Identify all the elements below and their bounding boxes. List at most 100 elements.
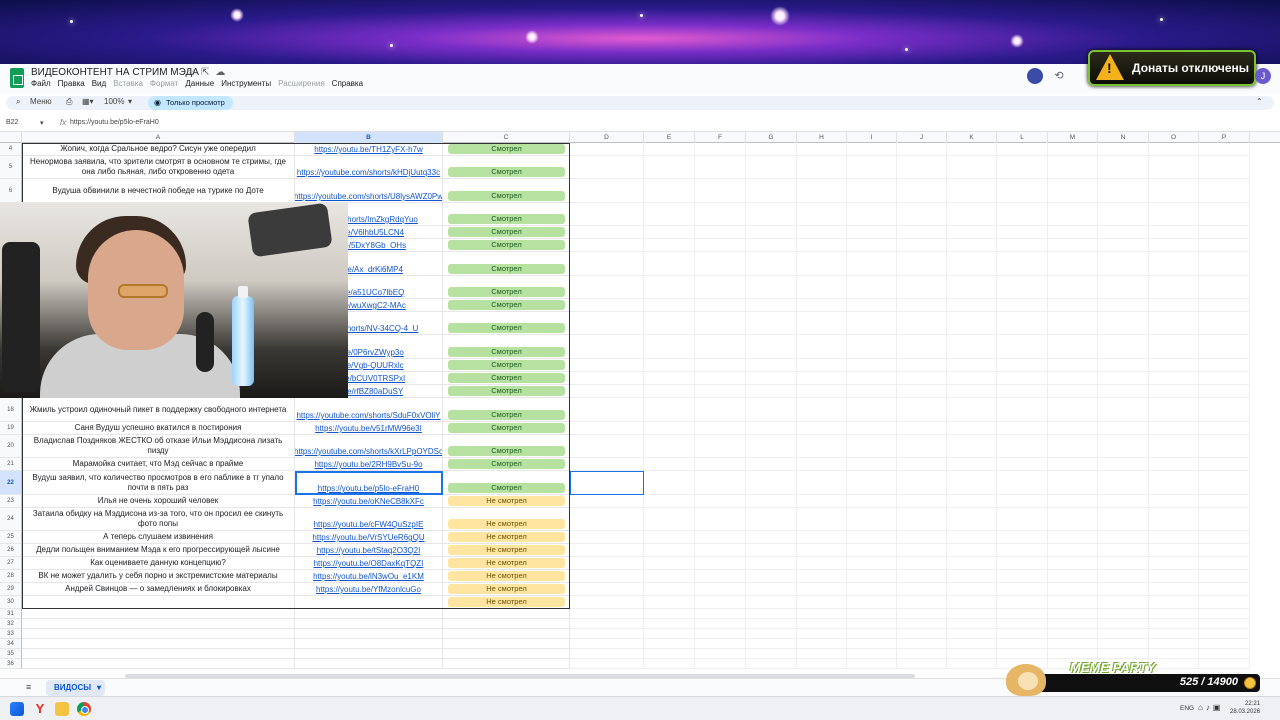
empty-cell[interactable] [695,422,746,435]
empty-cell[interactable] [797,596,847,609]
cell-title[interactable]: Илья не очень хороший человек [22,495,295,508]
empty-cell[interactable] [1098,570,1149,583]
empty-cell[interactable] [1199,156,1250,179]
language-indicator[interactable]: ENG [1180,705,1194,712]
empty-cell[interactable] [570,471,644,495]
status-badge[interactable]: Смотрел [448,264,565,274]
cell-link[interactable]: https://youtu.be/oKNeCB8kXFc [295,495,443,508]
cell-status[interactable]: Смотрел [443,372,570,385]
empty-cell[interactable] [644,531,695,544]
view-only-badge[interactable]: Только просмотр [148,96,233,110]
empty-cell[interactable] [797,203,847,226]
empty-cell[interactable] [746,312,797,335]
empty-cell[interactable] [797,458,847,471]
empty-cell[interactable] [570,239,644,252]
video-link[interactable]: https://youtu.be/lN3wOu_e1KM [313,572,424,582]
empty-cell[interactable] [1149,422,1199,435]
empty-cell[interactable] [644,458,695,471]
cell-link[interactable] [295,629,443,639]
row-header[interactable]: 30 [0,596,22,609]
cell-title[interactable] [22,649,295,659]
empty-cell[interactable] [847,544,897,557]
empty-cell[interactable] [570,422,644,435]
empty-cell[interactable] [695,570,746,583]
cell-status[interactable]: Смотрел [443,458,570,471]
empty-cell[interactable] [644,583,695,596]
cell-status[interactable]: Смотрел [443,398,570,422]
windows-start-icon[interactable] [10,702,24,716]
empty-cell[interactable] [644,471,695,495]
cell-status[interactable]: Не смотрел [443,531,570,544]
empty-cell[interactable] [1199,471,1250,495]
row-header[interactable]: 6 [0,179,22,203]
empty-cell[interactable] [1199,544,1250,557]
cell-title[interactable]: Вудуша обвинили в нечестной победе на ту… [22,179,295,203]
cell-title[interactable] [22,609,295,619]
empty-cell[interactable] [847,609,897,619]
empty-cell[interactable] [847,471,897,495]
cell-status[interactable] [443,619,570,629]
empty-cell[interactable] [1149,372,1199,385]
empty-cell[interactable] [1098,226,1149,239]
empty-cell[interactable] [570,609,644,619]
empty-cell[interactable] [1199,385,1250,398]
row-header[interactable]: 31 [0,609,22,619]
empty-cell[interactable] [947,372,997,385]
empty-cell[interactable] [644,619,695,629]
print-icon[interactable]: ⎙ [66,97,72,107]
empty-cell[interactable] [997,495,1048,508]
empty-cell[interactable] [847,239,897,252]
empty-cell[interactable] [1149,398,1199,422]
empty-cell[interactable] [746,179,797,203]
empty-cell[interactable] [1048,385,1098,398]
empty-cell[interactable] [947,557,997,570]
empty-cell[interactable] [570,544,644,557]
empty-cell[interactable] [746,570,797,583]
cell-status[interactable]: Смотрел [443,422,570,435]
empty-cell[interactable] [947,508,997,531]
cell-title[interactable]: Дедли польщен вниманием Мэда к его прогр… [22,544,295,557]
row-header[interactable]: 35 [0,649,22,659]
empty-cell[interactable] [746,649,797,659]
empty-cell[interactable] [644,422,695,435]
empty-cell[interactable] [947,596,997,609]
empty-cell[interactable] [797,508,847,531]
empty-cell[interactable] [847,508,897,531]
empty-cell[interactable] [1199,359,1250,372]
cell-status[interactable]: Смотрел [443,385,570,398]
empty-cell[interactable] [695,495,746,508]
empty-cell[interactable] [746,659,797,669]
zoom-select[interactable]: 100% [104,97,124,106]
select-all-corner[interactable] [0,132,22,143]
empty-cell[interactable] [1098,372,1149,385]
row-header[interactable]: 25 [0,531,22,544]
row-header[interactable]: 20 [0,435,22,458]
empty-cell[interactable] [695,471,746,495]
cell-status[interactable] [443,659,570,669]
empty-cell[interactable] [847,649,897,659]
empty-cell[interactable] [1149,203,1199,226]
empty-cell[interactable] [1149,252,1199,276]
cell-status[interactable] [443,629,570,639]
video-link[interactable]: https://youtu.be/TH1ZyFX-h7w [314,145,423,155]
empty-cell[interactable] [1098,531,1149,544]
chevron-down-icon[interactable]: ▾ [40,119,44,127]
cell-link[interactable]: https://youtu.be/p5lo-eFraH0 [295,471,443,495]
empty-cell[interactable] [644,143,695,156]
empty-cell[interactable] [1048,299,1098,312]
empty-cell[interactable] [1048,639,1098,649]
empty-cell[interactable] [947,422,997,435]
column-header-m[interactable]: M [1048,132,1098,143]
empty-cell[interactable] [570,531,644,544]
empty-cell[interactable] [897,335,947,359]
avatar[interactable]: J [1255,68,1271,84]
empty-cell[interactable] [1199,226,1250,239]
empty-cell[interactable] [1098,239,1149,252]
row-header[interactable]: 19 [0,422,22,435]
empty-cell[interactable] [570,179,644,203]
empty-cell[interactable] [1149,609,1199,619]
row-header[interactable]: 4 [0,143,22,156]
chrome-icon[interactable] [77,702,91,716]
empty-cell[interactable] [695,398,746,422]
empty-cell[interactable] [644,659,695,669]
